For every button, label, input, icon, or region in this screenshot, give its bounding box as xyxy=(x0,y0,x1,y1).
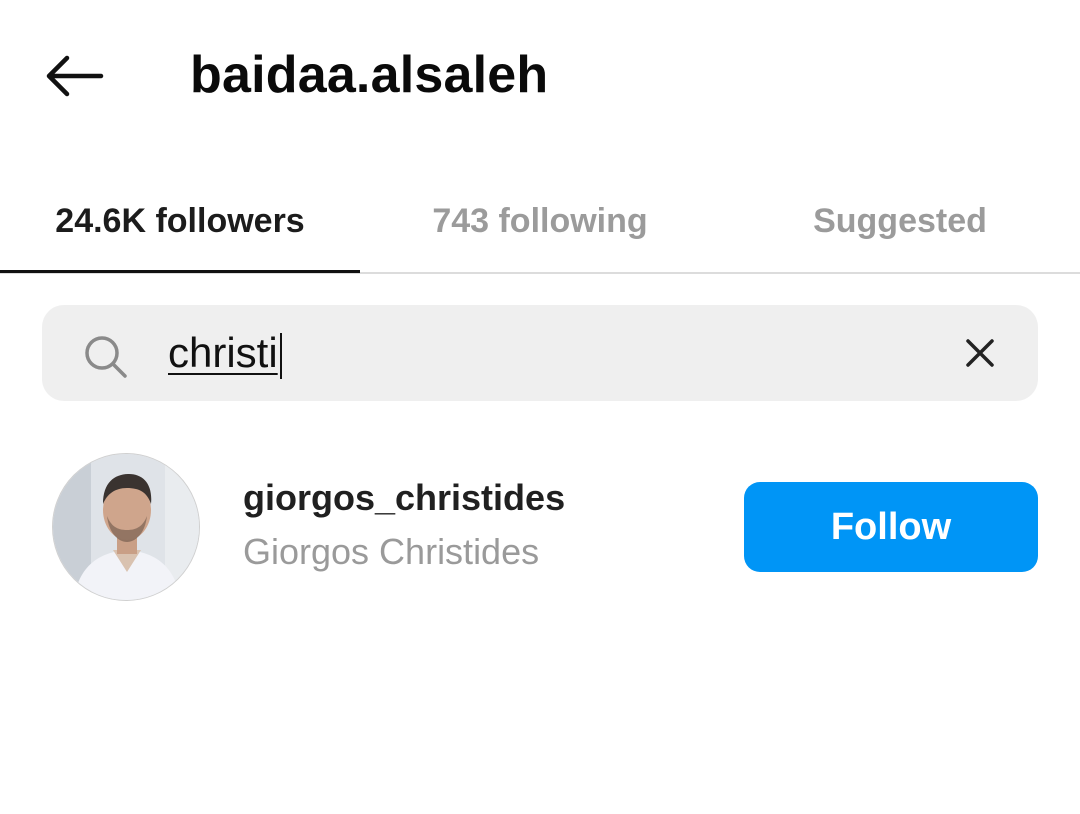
tab-bar: 24.6K followers 743 following Suggested xyxy=(0,170,1080,274)
page-title: baidaa.alsaleh xyxy=(190,46,549,104)
search-bar[interactable]: christi xyxy=(42,305,1038,401)
top-bar: baidaa.alsaleh xyxy=(0,0,1080,150)
tab-suggested[interactable]: Suggested xyxy=(720,170,1080,272)
back-button[interactable] xyxy=(40,48,106,104)
active-tab-indicator xyxy=(0,270,360,273)
avatar[interactable] xyxy=(52,453,200,601)
result-full-name: Giorgos Christides xyxy=(243,531,540,572)
tab-following[interactable]: 743 following xyxy=(360,170,720,272)
search-input-value: christi xyxy=(168,329,278,376)
search-input[interactable]: christi xyxy=(168,327,282,379)
text-caret xyxy=(279,332,282,379)
arrow-left-icon xyxy=(46,55,104,97)
search-icon xyxy=(85,336,127,378)
tab-followers[interactable]: 24.6K followers xyxy=(0,170,360,272)
result-username[interactable]: giorgos_christides xyxy=(243,476,565,520)
follow-button[interactable]: Follow xyxy=(744,482,1038,572)
list-item[interactable]: giorgos_christides Giorgos Christides Fo… xyxy=(0,440,1080,620)
close-icon[interactable] xyxy=(960,333,1000,373)
